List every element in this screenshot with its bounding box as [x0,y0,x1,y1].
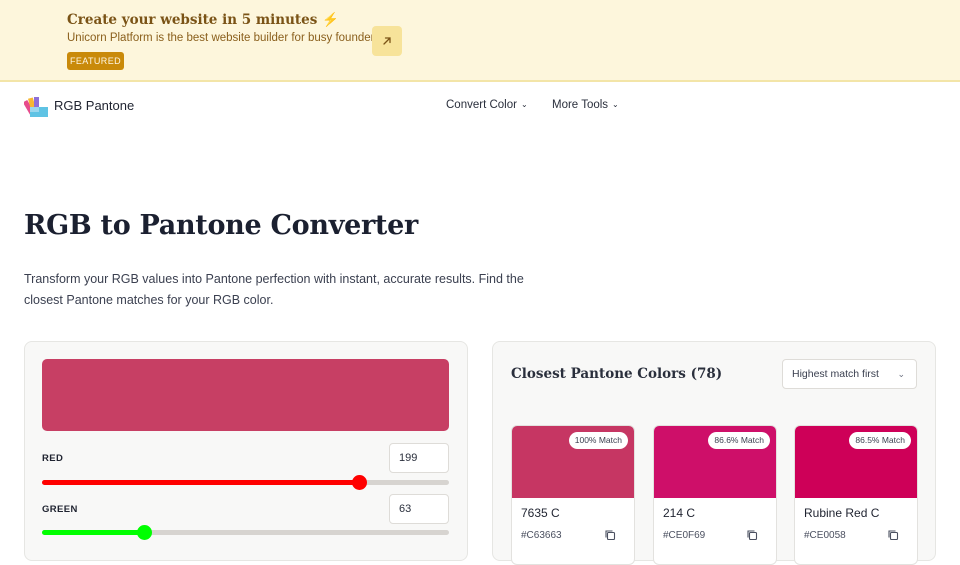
match-badge: 86.6% Match [708,432,770,449]
match-badge: 86.5% Match [849,432,911,449]
green-input[interactable]: 63 [389,494,449,524]
banner-subtitle: Unicorn Platform is the best website bui… [67,32,384,44]
swatch-name: 214 C [663,506,696,520]
page-description: Transform your RGB values into Pantone p… [24,272,524,307]
swatch-hex: #CE0058 [804,530,846,541]
nav-more-tools[interactable]: More Tools ⌄ [552,99,619,111]
match-badge: 100% Match [568,432,628,449]
copy-icon[interactable] [746,529,758,541]
swatch-name: 7635 C [521,506,560,520]
top-nav: RGB Pantone Convert Color ⌄ More Tools ⌄ [0,83,960,129]
copy-icon[interactable] [604,529,616,541]
red-label: RED [42,453,64,464]
swatch-hex: #C63663 [521,530,562,541]
sort-select-value: Highest match first [792,368,879,380]
page-title: RGB to Pantone Converter [24,210,418,241]
chevron-down-icon: ⌄ [897,369,905,379]
featured-badge: FEATURED [67,52,124,70]
banner-title: Create your website in 5 minutes ⚡ [67,12,339,28]
sort-select[interactable]: Highest match first ⌄ [782,359,917,389]
red-slider[interactable] [42,475,449,490]
nav-more-tools-label: More Tools [552,99,609,111]
copy-icon[interactable] [887,529,899,541]
chevron-down-icon: ⌄ [520,100,528,109]
red-input[interactable]: 199 [389,443,449,473]
results-title: Closest Pantone Colors (78) [511,366,723,382]
nav-convert-color-label: Convert Color [446,99,517,111]
brand-name[interactable]: RGB Pantone [54,98,134,113]
promo-banner[interactable]: Create your website in 5 minutes ⚡ Unico… [0,0,960,82]
logo-icon[interactable] [22,94,48,118]
pantone-swatch-card[interactable]: 100% Match 7635 C #C63663 [511,425,635,565]
green-label: GREEN [42,504,78,515]
swatch-name: Rubine Red C [804,506,880,520]
green-slider-fill [42,530,144,535]
green-slider-thumb[interactable] [136,525,152,540]
nav-convert-color[interactable]: Convert Color ⌄ [446,99,528,111]
color-preview [42,359,449,431]
arrow-up-right-icon[interactable] [372,26,402,56]
pantone-swatch-card[interactable]: 86.5% Match Rubine Red C #CE0058 [794,425,918,565]
red-slider-fill [42,480,360,485]
swatch-hex: #CE0F69 [663,530,706,541]
chevron-down-icon: ⌄ [612,100,619,109]
green-slider[interactable] [42,525,449,540]
pantone-swatch-card[interactable]: 86.6% Match 214 C #CE0F69 [653,425,777,565]
